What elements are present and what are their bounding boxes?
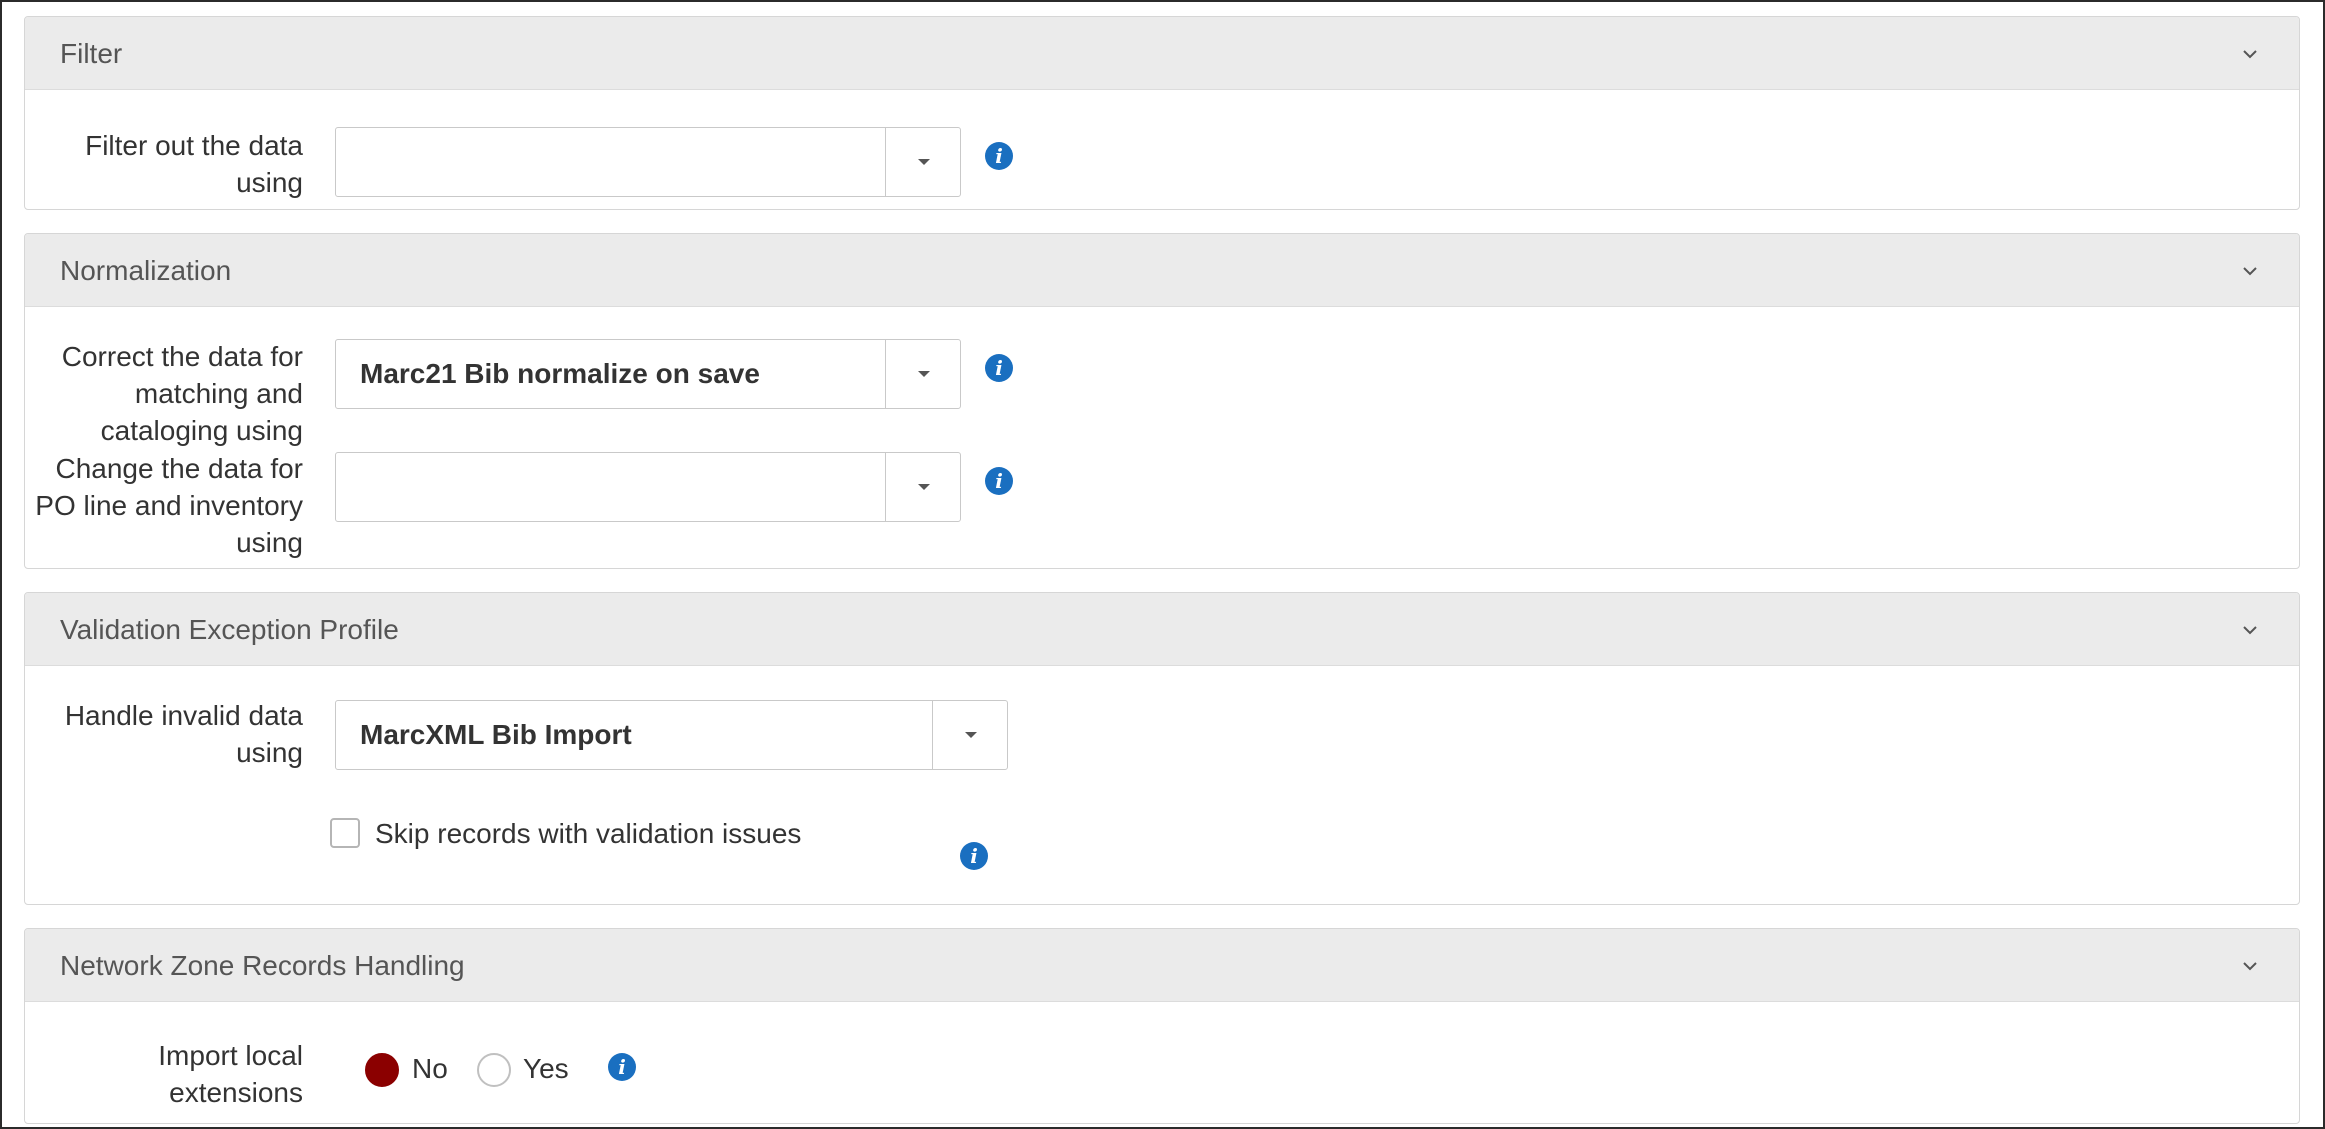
dropdown-button[interactable]: [885, 128, 960, 196]
dropdown-caret-icon: [918, 371, 930, 377]
filter-section-header[interactable]: Filter: [25, 17, 2299, 90]
correct-data-select[interactable]: Marc21 Bib normalize on save: [335, 339, 961, 409]
import-profile-panel: Filter Filter out the data using i Norma…: [0, 0, 2325, 1129]
validation-section-header[interactable]: Validation Exception Profile: [25, 593, 2299, 666]
section-title: Validation Exception Profile: [60, 614, 399, 645]
dropdown-caret-icon: [965, 732, 977, 738]
radio-yes[interactable]: [477, 1053, 511, 1087]
change-data-label: Change the data for PO line and inventor…: [35, 453, 303, 558]
chevron-down-icon[interactable]: [2241, 262, 2259, 280]
correct-data-label: Correct the data for matching and catalo…: [61, 341, 303, 446]
chevron-down-icon[interactable]: [2241, 45, 2259, 63]
normalization-section-header[interactable]: Normalization: [25, 234, 2299, 307]
dropdown-caret-icon: [918, 159, 930, 165]
dropdown-button[interactable]: [932, 701, 1007, 769]
network-zone-section-header[interactable]: Network Zone Records Handling: [25, 929, 2299, 1002]
normalization-section: Normalization Correct the data for match…: [24, 233, 2300, 569]
select-value: MarcXML Bib Import: [360, 719, 632, 750]
chevron-down-icon[interactable]: [2241, 957, 2259, 975]
section-title: Network Zone Records Handling: [60, 950, 465, 981]
radio-no[interactable]: [365, 1053, 399, 1087]
import-local-label: Import local extensions: [158, 1040, 303, 1108]
section-title: Filter: [60, 38, 123, 69]
filter-field-label: Filter out the data using: [85, 130, 303, 198]
dropdown-caret-icon: [918, 484, 930, 490]
chevron-down-icon[interactable]: [2241, 621, 2259, 639]
validation-section: Validation Exception Profile Handle inva…: [24, 592, 2300, 905]
change-data-select[interactable]: [335, 452, 961, 522]
info-icon[interactable]: i: [608, 1053, 636, 1081]
info-icon[interactable]: i: [985, 142, 1013, 170]
skip-records-checkbox[interactable]: [330, 818, 360, 848]
dropdown-button[interactable]: [885, 340, 960, 408]
handle-invalid-label: Handle invalid data using: [64, 700, 303, 768]
filter-select[interactable]: [335, 127, 961, 197]
dropdown-button[interactable]: [885, 453, 960, 521]
radio-yes-label[interactable]: Yes: [523, 1053, 569, 1085]
filter-section: Filter Filter out the data using i: [24, 16, 2300, 210]
info-icon[interactable]: i: [985, 354, 1013, 382]
network-zone-section: Network Zone Records Handling Import loc…: [24, 928, 2300, 1124]
skip-records-label: Skip records with validation issues: [375, 818, 802, 849]
select-value: Marc21 Bib normalize on save: [360, 358, 760, 389]
radio-no-label[interactable]: No: [412, 1053, 448, 1085]
info-icon[interactable]: i: [985, 467, 1013, 495]
section-title: Normalization: [60, 255, 232, 286]
info-icon[interactable]: i: [960, 842, 988, 870]
handle-invalid-select[interactable]: MarcXML Bib Import: [335, 700, 1008, 770]
